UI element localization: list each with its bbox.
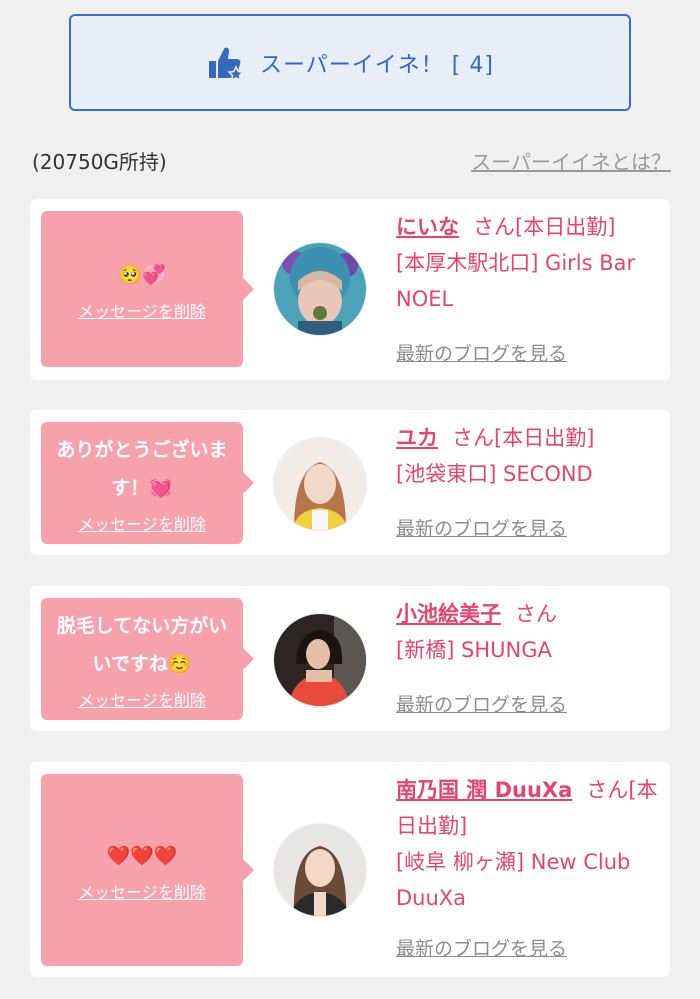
latest-blog-link[interactable]: 最新のブログを見る xyxy=(396,934,567,961)
girl-name-link[interactable]: 南乃国 潤 DuuXa xyxy=(396,778,572,802)
delete-message-link[interactable]: メッセージを削除 xyxy=(78,511,206,535)
super-like-label: スーパーイイネ！ [ 4] xyxy=(260,52,494,78)
girl-status: さん[本日出勤] xyxy=(473,215,616,239)
girl-status: さん xyxy=(515,602,557,626)
girl-info: にいな さん[本日出勤] [本厚木駅北口] Girls Bar NOEL xyxy=(396,209,660,317)
message-bubble: ❤️❤️❤️ メッセージを削除 xyxy=(41,774,254,966)
message-bubble: ありがとうございます！💓 メッセージを削除 xyxy=(41,422,254,544)
like-card: 脱毛してない方がいいですね☺️ メッセージを削除 小池絵美子 さん [新橋] SH… xyxy=(30,586,670,731)
message-text: ❤️❤️❤️ xyxy=(106,845,178,867)
avatar[interactable] xyxy=(273,613,367,707)
shop-name: [岐阜 柳ヶ瀬] New Club DuuXa xyxy=(396,850,631,910)
message-bubble: 脱毛してない方がいいですね☺️ メッセージを削除 xyxy=(41,598,254,720)
avatar[interactable] xyxy=(273,823,367,917)
shop-name: [池袋東口] SECOND xyxy=(396,462,593,486)
shop-name: [本厚木駅北口] Girls Bar NOEL xyxy=(396,251,636,311)
message-text: 🥺💞 xyxy=(118,264,166,286)
message-bubble: 🥺💞 メッセージを削除 xyxy=(41,211,254,367)
latest-blog-link[interactable]: 最新のブログを見る xyxy=(396,514,567,541)
girl-info: 南乃国 潤 DuuXa さん[本日出勤] [岐阜 柳ヶ瀬] New Club Du… xyxy=(396,772,660,916)
girl-name-link[interactable]: 小池絵美子 xyxy=(396,602,501,626)
avatar[interactable] xyxy=(273,437,367,531)
avatar[interactable] xyxy=(273,242,367,336)
girl-status: さん[本日出勤] xyxy=(452,426,595,450)
delete-message-link[interactable]: メッセージを削除 xyxy=(78,298,206,322)
like-card: ❤️❤️❤️ メッセージを削除 南乃国 潤 DuuXa さん[本日出勤] [岐阜 … xyxy=(30,762,670,977)
delete-message-link[interactable]: メッセージを削除 xyxy=(78,687,206,711)
girl-info: 小池絵美子 さん [新橋] SHUNGA xyxy=(396,596,660,668)
message-text: 脱毛してない方がいいですね☺️ xyxy=(56,615,228,675)
girl-name-link[interactable]: ユカ xyxy=(396,426,438,450)
message-text: ありがとうございます！💓 xyxy=(56,439,228,499)
delete-message-link[interactable]: メッセージを削除 xyxy=(78,879,206,903)
like-card: 🥺💞 メッセージを削除 にいな さん[本日出勤] [本厚木駅北口] Girls B… xyxy=(30,199,670,380)
about-super-like-link[interactable]: スーパーイイネとは？ xyxy=(471,146,671,175)
thumbs-up-star-icon xyxy=(206,43,246,83)
girl-name-link[interactable]: にいな xyxy=(396,215,459,239)
latest-blog-link[interactable]: 最新のブログを見る xyxy=(396,690,567,717)
balance-text: (20750G所持) xyxy=(32,150,167,174)
super-like-button[interactable]: スーパーイイネ！ [ 4] xyxy=(69,14,631,111)
girl-info: ユカ さん[本日出勤] [池袋東口] SECOND xyxy=(396,420,660,492)
like-card: ありがとうございます！💓 メッセージを削除 ユカ さん[本日出勤] [池袋東口] … xyxy=(30,410,670,555)
latest-blog-link[interactable]: 最新のブログを見る xyxy=(396,339,567,366)
shop-name: [新橋] SHUNGA xyxy=(396,638,552,662)
